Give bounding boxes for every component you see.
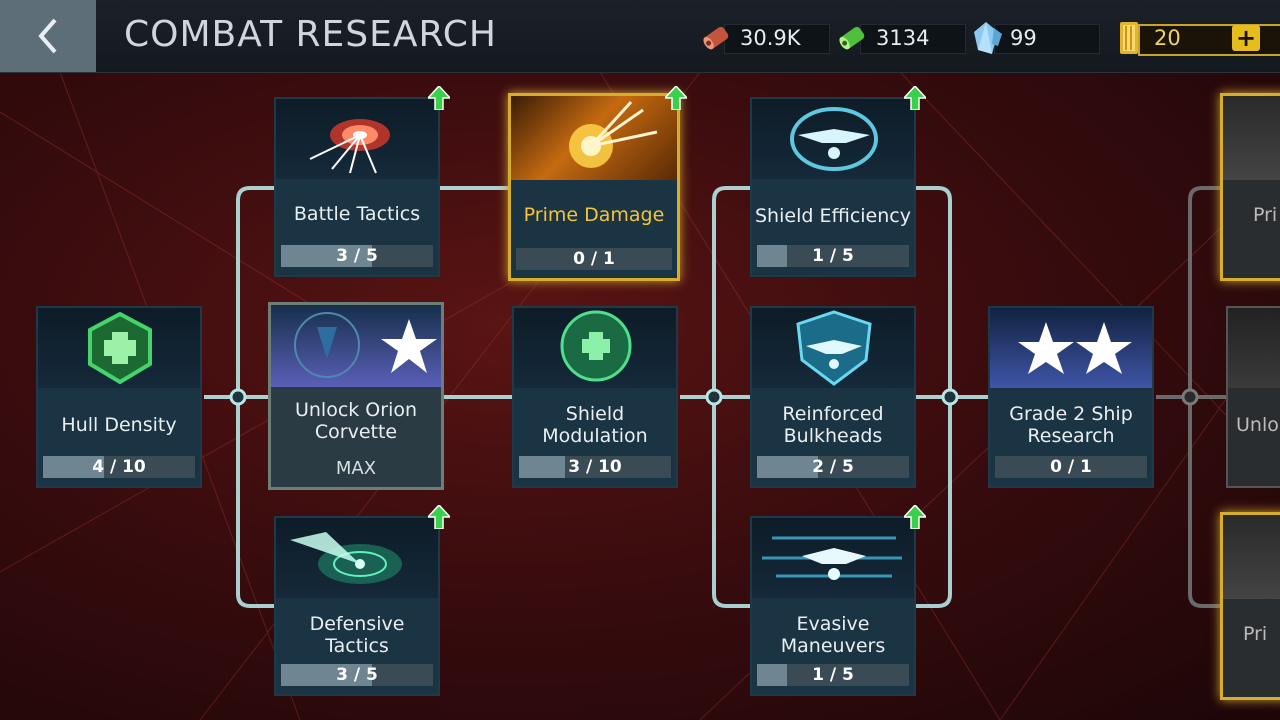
node-progress-bar: 3 / 10 bbox=[519, 456, 671, 478]
node-partial-bottom[interactable]: Pri bbox=[1220, 512, 1280, 700]
parts-icon bbox=[703, 26, 729, 50]
node-progress-bar: 0 / 1 bbox=[995, 456, 1147, 478]
shield-efficiency-art bbox=[752, 99, 914, 179]
progress-text: 3 / 10 bbox=[568, 457, 622, 477]
node-label: Battle Tactics bbox=[293, 203, 421, 225]
node-label: Defensive Tactics bbox=[309, 613, 405, 657]
partial-top-art bbox=[1223, 96, 1280, 180]
battle-tactics-art bbox=[276, 99, 438, 179]
progress-text: 4 / 10 bbox=[92, 457, 146, 477]
node-prime-damage[interactable]: Prime Damage 0 / 1 bbox=[508, 93, 680, 281]
node-progress-bar: 4 / 10 bbox=[43, 456, 195, 478]
upgrade-available-icon bbox=[665, 86, 687, 110]
crystal-icon bbox=[974, 22, 1002, 54]
orion-art bbox=[271, 305, 441, 387]
node-hull-density[interactable]: Hull Density 4 / 10 bbox=[36, 306, 202, 488]
progress-text: 3 / 5 bbox=[336, 246, 378, 266]
chevron-left-icon bbox=[38, 18, 57, 54]
node-progress-bar: 2 / 5 bbox=[757, 456, 909, 478]
page-title: COMBAT RESEARCH bbox=[124, 14, 497, 55]
resource-tritanium-value: 3134 bbox=[876, 26, 930, 50]
node-progress-bar: 1 / 5 bbox=[757, 664, 909, 686]
node-progress-bar: 3 / 5 bbox=[281, 664, 433, 686]
defensive-tactics-art bbox=[276, 518, 438, 598]
resource-parts[interactable]: 30.9K bbox=[698, 22, 830, 54]
add-latinum-button[interactable]: + bbox=[1232, 25, 1260, 51]
partial-bottom-art bbox=[1223, 515, 1280, 599]
progress-text: 0 / 1 bbox=[1050, 457, 1092, 477]
node-partial-middle[interactable]: Unlo bbox=[1226, 306, 1280, 488]
resource-crystal[interactable]: 99 bbox=[968, 22, 1100, 54]
two-stars-icon bbox=[1018, 322, 1132, 374]
node-reinforced-bulkheads[interactable]: Reinforced Bulkheads 2 / 5 bbox=[750, 306, 916, 488]
node-battle-tactics[interactable]: Battle Tactics 3 / 5 bbox=[274, 97, 440, 277]
node-label: Evasive Maneuvers bbox=[780, 613, 886, 657]
progress-text: 2 / 5 bbox=[812, 457, 854, 477]
node-progress-bar: 1 / 5 bbox=[757, 245, 909, 267]
resource-latinum-value: 20 bbox=[1154, 26, 1181, 50]
node-label: Pri bbox=[1253, 204, 1278, 226]
node-progress-bar: 3 / 5 bbox=[281, 245, 433, 267]
node-label: Prime Damage bbox=[523, 204, 665, 226]
grade2-art bbox=[990, 308, 1152, 388]
progress-text: 3 / 5 bbox=[336, 665, 378, 685]
evasive-maneuvers-art bbox=[752, 518, 914, 598]
target-icon bbox=[309, 119, 390, 174]
reinforced-bulkheads-art bbox=[752, 308, 914, 388]
node-grade-2-ship-research[interactable]: Grade 2 Ship Research 0 / 1 bbox=[988, 306, 1154, 488]
top-bar: COMBAT RESEARCH 30.9K 3134 99 20 + bbox=[0, 0, 1280, 73]
node-label: Hull Density bbox=[61, 414, 177, 436]
back-button[interactable] bbox=[0, 0, 96, 72]
tritanium-icon bbox=[839, 26, 865, 50]
hull-repair-icon bbox=[88, 311, 152, 385]
shield-ship-icon bbox=[796, 310, 872, 386]
ship-shield-icon bbox=[790, 107, 878, 171]
upgrade-available-icon bbox=[428, 505, 450, 529]
upgrade-available-icon bbox=[428, 86, 450, 110]
node-label: Shield Efficiency bbox=[755, 205, 911, 227]
ship-star-icon bbox=[294, 312, 437, 378]
prime-damage-art bbox=[511, 96, 677, 180]
impact-icon bbox=[569, 100, 658, 168]
evasive-ship-icon bbox=[762, 536, 902, 580]
shield-plus-icon bbox=[560, 310, 632, 382]
radar-icon bbox=[290, 532, 402, 584]
resource-latinum[interactable]: 20 bbox=[1112, 22, 1280, 56]
node-progress-bar: 0 / 1 bbox=[516, 248, 672, 270]
node-label: Grade 2 Ship Research bbox=[1009, 403, 1133, 447]
node-label: Pri bbox=[1243, 623, 1268, 645]
hull-density-art bbox=[38, 308, 200, 388]
shield-modulation-art bbox=[514, 308, 676, 388]
max-level-text: MAX bbox=[335, 458, 377, 479]
latinum-icon bbox=[1120, 22, 1138, 54]
node-label: Unlock Orion Corvette bbox=[294, 399, 418, 443]
resource-tritanium[interactable]: 3134 bbox=[834, 22, 966, 54]
node-unlock-orion-corvette[interactable]: Unlock Orion Corvette MAX bbox=[268, 302, 444, 490]
node-defensive-tactics[interactable]: Defensive Tactics 3 / 5 bbox=[274, 516, 440, 696]
upgrade-available-icon bbox=[904, 86, 926, 110]
node-label: Shield Modulation bbox=[542, 403, 648, 447]
node-evasive-maneuvers[interactable]: Evasive Maneuvers 1 / 5 bbox=[750, 516, 916, 696]
upgrade-available-icon bbox=[904, 505, 926, 529]
progress-text: 1 / 5 bbox=[812, 665, 854, 685]
progress-text: 0 / 1 bbox=[573, 249, 615, 269]
partial-middle-art bbox=[1228, 308, 1280, 388]
node-shield-modulation[interactable]: Shield Modulation 3 / 10 bbox=[512, 306, 678, 488]
node-partial-top[interactable]: Pri bbox=[1220, 93, 1280, 281]
node-label: Unlo bbox=[1236, 414, 1279, 436]
node-label: Reinforced Bulkheads bbox=[782, 403, 884, 447]
resource-parts-value: 30.9K bbox=[740, 26, 801, 50]
node-shield-efficiency[interactable]: Shield Efficiency 1 / 5 bbox=[750, 97, 916, 277]
progress-text: 1 / 5 bbox=[812, 246, 854, 266]
resource-crystal-value: 99 bbox=[1010, 26, 1037, 50]
